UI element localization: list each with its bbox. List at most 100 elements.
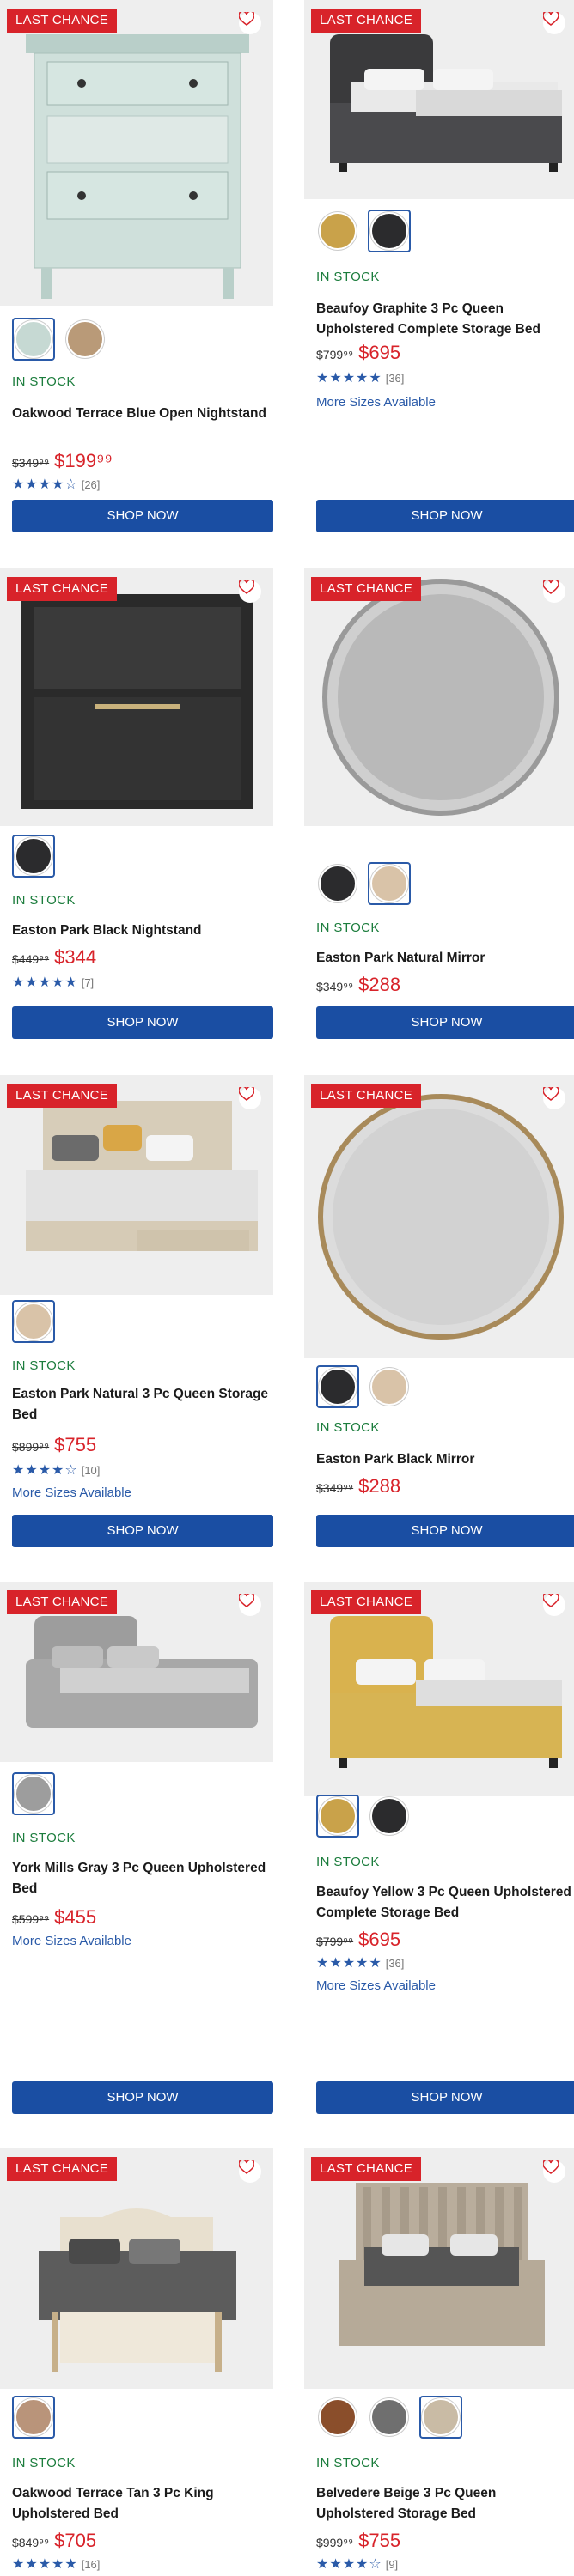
product-name[interactable]: Easton Park Black Mirror [316,1449,574,1470]
swatch-graphite[interactable] [368,1795,411,1838]
rating: ★★★★★ [7] [12,974,94,991]
last-chance-badge: LAST CHANCE [7,9,118,33]
swatch-natural[interactable] [368,1365,411,1408]
last-chance-badge: LAST CHANCE [311,577,422,601]
swatch-tan[interactable] [64,318,107,361]
more-sizes-link[interactable]: More Sizes Available [316,1978,436,1993]
product-card[interactable]: LAST CHANCE IN STOCK Easton Park Black N… [0,568,273,1049]
original-price: $349⁹⁹ [12,456,50,470]
price: $349⁹⁹ $288 [316,1475,400,1498]
sale-price: $199⁹⁹ [54,450,113,471]
product-image[interactable]: LAST CHANCE [304,1075,574,1358]
product-card[interactable]: LAST CHANCE IN STOCK Easton Park Black M… [304,1075,574,1556]
original-price: $599⁹⁹ [12,1912,50,1926]
product-card[interactable]: LAST CHANCE IN STOCK Belvedere Beige 3 P… [304,2148,574,2576]
sale-price: $755 [358,2530,401,2551]
product-image[interactable]: LAST CHANCE [0,0,273,306]
wishlist-heart-icon[interactable] [239,2160,261,2183]
more-sizes-link[interactable]: More Sizes Available [316,395,436,410]
swatch-gray[interactable] [368,2396,411,2439]
wishlist-heart-icon[interactable] [543,12,565,34]
swatch-black[interactable] [12,835,55,878]
shop-now-button[interactable]: SHOP NOW [12,500,273,532]
color-swatches [12,835,55,878]
product-image[interactable]: LAST CHANCE [0,1582,273,1762]
sale-price: $344 [54,946,97,968]
product-name[interactable]: Beaufoy Yellow 3 Pc Queen Upholstered Co… [316,1882,574,1923]
swatch-yellow[interactable] [316,210,359,252]
product-name[interactable]: Beaufoy Graphite 3 Pc Queen Upholstered … [316,299,574,340]
sale-price: $695 [358,342,401,363]
stock-status: IN STOCK [12,1358,76,1373]
product-card[interactable]: LAST CHANCE IN STOCK Beaufoy Graphite 3 … [304,0,574,541]
product-card[interactable]: LAST CHANCE IN STOCK Easton Park Natural… [0,1075,273,1556]
product-image[interactable]: LAST CHANCE [304,2148,574,2389]
stock-status: IN STOCK [316,1420,380,1435]
original-price: $999⁹⁹ [316,2536,354,2549]
product-image[interactable]: LAST CHANCE [0,1075,273,1295]
product-card[interactable]: LAST CHANCE IN STOCK York Mills Gray 3 P… [0,1582,273,2123]
last-chance-badge: LAST CHANCE [311,9,422,33]
review-count: [9] [385,2557,399,2571]
product-image[interactable]: LAST CHANCE [0,568,273,826]
shop-now-button[interactable]: SHOP NOW [316,500,574,532]
stock-status: IN STOCK [12,2456,76,2470]
product-name[interactable]: Oakwood Terrace Blue Open Nightstand [12,404,270,424]
product-image[interactable]: LAST CHANCE [304,0,574,199]
product-name[interactable]: Oakwood Terrace Tan 3 Pc King Upholstere… [12,2483,270,2524]
swatch-tan[interactable] [12,2396,55,2439]
more-sizes-link[interactable]: More Sizes Available [12,1934,131,1948]
swatch-yellow[interactable] [316,1795,359,1838]
price: $799⁹⁹ $695 [316,1929,400,1951]
rating: ★★★★★ [36] [316,369,404,386]
rating-stars: ★★★★★ [12,2557,78,2572]
review-count: [36] [385,1956,405,1970]
wishlist-heart-icon[interactable] [543,1087,565,1109]
price: $349⁹⁹ $288 [316,974,400,996]
swatch-graphite[interactable] [368,210,411,252]
product-image[interactable]: LAST CHANCE [0,2148,273,2389]
product-name[interactable]: Easton Park Natural 3 Pc Queen Storage B… [12,1384,270,1425]
price: $349⁹⁹ $199⁹⁹ [12,450,113,472]
product-image[interactable]: LAST CHANCE [304,568,574,826]
color-swatches [316,1365,411,1408]
wishlist-heart-icon[interactable] [239,1087,261,1109]
product-name[interactable]: Easton Park Black Nightstand [12,920,270,941]
product-name[interactable]: Belvedere Beige 3 Pc Queen Upholstered S… [316,2483,574,2524]
swatch-black[interactable] [316,1365,359,1408]
shop-now-button[interactable]: SHOP NOW [12,2081,273,2114]
shop-now-button[interactable]: SHOP NOW [316,1515,574,1547]
rating-stars: ★★★★★ [316,1956,382,1971]
swatch-brown[interactable] [316,2396,359,2439]
shop-now-button[interactable]: SHOP NOW [316,1006,574,1039]
review-count: [26] [81,477,101,491]
product-card[interactable]: LAST CHANCE IN STOCK Oakwood Terrace Tan… [0,2148,273,2576]
swatch-natural[interactable] [368,862,411,905]
rating: ★★★★★ [16] [12,2555,100,2573]
swatch-blue[interactable] [12,318,55,361]
swatch-gray[interactable] [12,1772,55,1815]
shop-now-button[interactable]: SHOP NOW [12,1006,273,1039]
product-card[interactable]: LAST CHANCE IN STOCK Beaufoy Yellow 3 Pc… [304,1582,574,2123]
product-name[interactable]: York Mills Gray 3 Pc Queen Upholstered B… [12,1858,270,1899]
price: $599⁹⁹ $455 [12,1906,96,1929]
bed-image [304,2148,574,2389]
wishlist-heart-icon[interactable] [239,580,261,603]
product-image[interactable]: LAST CHANCE [304,1582,574,1796]
more-sizes-link[interactable]: More Sizes Available [12,1485,131,1500]
wishlist-heart-icon[interactable] [239,1594,261,1616]
swatch-beige[interactable] [419,2396,462,2439]
product-card[interactable]: LAST CHANCE IN STOCK Oakwood Terrace Blu… [0,0,273,541]
wishlist-heart-icon[interactable] [543,2160,565,2183]
product-name[interactable]: Easton Park Natural Mirror [316,948,574,969]
wishlist-heart-icon[interactable] [543,580,565,603]
wishlist-heart-icon[interactable] [543,1594,565,1616]
wishlist-heart-icon[interactable] [239,12,261,34]
rating-stars: ★★★★☆ [12,477,78,492]
color-swatches [12,318,107,361]
product-card[interactable]: LAST CHANCE IN STOCK Easton Park Natural… [304,568,574,1049]
swatch-natural[interactable] [12,1300,55,1343]
swatch-black[interactable] [316,862,359,905]
shop-now-button[interactable]: SHOP NOW [12,1515,273,1547]
shop-now-button[interactable]: SHOP NOW [316,2081,574,2114]
